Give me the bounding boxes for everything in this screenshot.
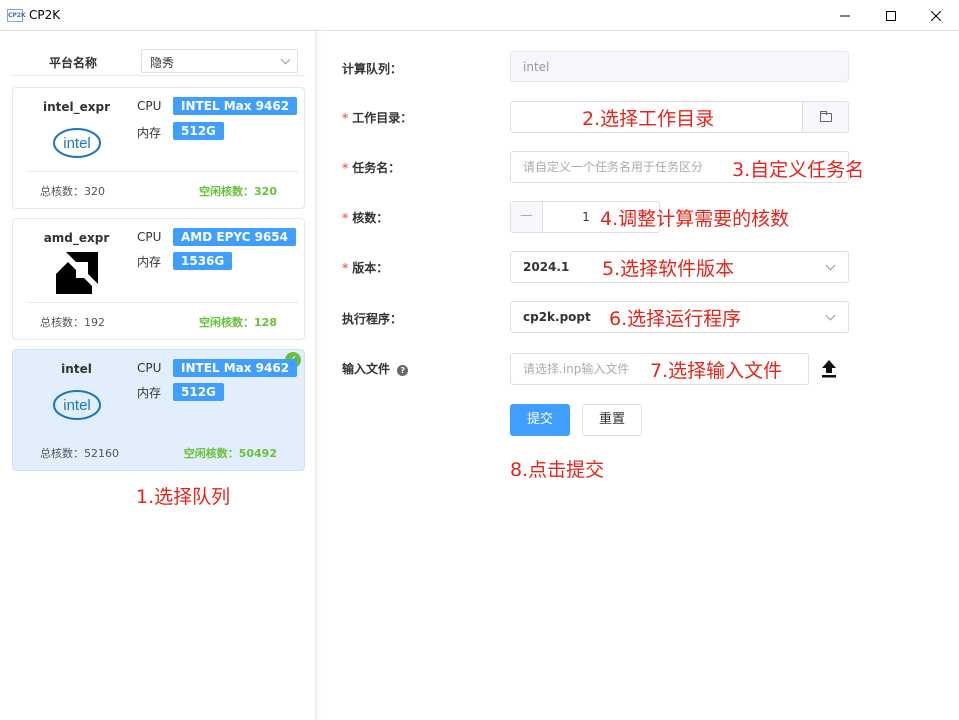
card-divider (27, 433, 298, 434)
cpu-label: CPU (137, 99, 162, 113)
minimize-icon (840, 15, 850, 16)
card-divider (27, 302, 298, 303)
workdir-label: * 工作目录： (342, 111, 413, 125)
upload-icon[interactable] (820, 359, 838, 379)
annotation-taskname: 3.自定义任务名 (732, 159, 865, 181)
mem-tag: 1536G (173, 252, 233, 270)
annotation-inputfile: 7.选择输入文件 (650, 360, 783, 382)
intel-logo-icon: intel (53, 128, 101, 158)
annotation-submit: 8.点击提交 (510, 459, 605, 481)
platform-label: 平台名称 (49, 56, 98, 70)
queue-panel: 平台名称 隐秀 intel_expr intel CPU INTEL Max 9… (0, 31, 316, 720)
platform-row: 平台名称 隐秀 (12, 46, 305, 76)
total-cores: 总核数：192 (40, 316, 105, 329)
queue-card-intel[interactable]: ✓ intel intel CPU INTEL Max 9462 内存 512G… (12, 349, 305, 471)
platform-select-value: 隐秀 (150, 56, 175, 70)
queue-card-amd-expr[interactable]: amd_expr CPU AMD EPYC 9654 内存 1536G 总核数：… (12, 218, 305, 340)
amd-logo-icon (56, 252, 98, 294)
mem-tag: 512G (173, 122, 224, 140)
inputfile-label: 输入文件 ? (342, 360, 409, 377)
annotation-cores: 4.调整计算需要的核数 (600, 208, 790, 230)
browse-folder-button[interactable] (802, 102, 848, 132)
inputfile-placeholder: 请选择.inp输入文件 (523, 362, 630, 376)
chevron-down-icon (825, 260, 836, 271)
help-icon[interactable]: ? (397, 365, 409, 376)
chevron-down-icon (825, 310, 836, 321)
taskname-placeholder: 请自定义一个任务名用于任务区分 (523, 160, 704, 174)
app-icon: CP2K (7, 9, 26, 22)
annotation-program: 6.选择运行程序 (609, 308, 742, 330)
title-bar: CP2K CP2K (0, 0, 959, 31)
queue-name: intel_expr (42, 100, 111, 114)
cpu-tag: AMD EPYC 9654 (173, 228, 297, 246)
annotation-version: 5.选择软件版本 (602, 258, 735, 280)
mem-label: 内存 (137, 255, 162, 269)
annotation-workdir: 2.选择工作目录 (582, 108, 715, 130)
free-cores: 空闲核数：320 (199, 185, 277, 198)
close-button[interactable] (913, 0, 959, 31)
queue-card-intel-expr[interactable]: intel_expr intel CPU INTEL Max 9462 内存 5… (12, 87, 305, 209)
maximize-button[interactable] (868, 0, 914, 31)
queue-field-value: intel (523, 60, 550, 74)
mem-label: 内存 (137, 386, 162, 400)
free-cores: 空闲核数：128 (199, 316, 277, 329)
total-cores: 总核数：52160 (40, 447, 119, 460)
intel-logo-text: intel (63, 397, 91, 414)
total-cores: 总核数：320 (40, 185, 105, 198)
intel-logo-text: intel (63, 135, 91, 152)
free-cores: 空闲核数：50492 (183, 447, 277, 460)
window-title: CP2K (29, 8, 61, 22)
cores-label: * 核数： (342, 211, 389, 225)
queue-name: intel (61, 362, 92, 376)
queue-field: intel (510, 51, 849, 82)
platform-select[interactable]: 隐秀 (141, 49, 298, 73)
mem-label: 内存 (137, 126, 162, 140)
cpu-tag: INTEL Max 9462 (173, 97, 298, 115)
maximize-icon (886, 10, 896, 21)
annotation-select-queue: 1.选择队列 (136, 486, 231, 508)
queue-name: amd_expr (43, 231, 110, 245)
close-icon (931, 10, 941, 21)
version-value: 2024.1 (523, 260, 570, 274)
version-label: * 版本： (342, 261, 389, 275)
program-label: 执行程序： (342, 312, 403, 326)
folder-icon (819, 110, 832, 122)
chevron-down-icon (280, 54, 291, 65)
decrement-button[interactable]: — (511, 202, 543, 232)
program-value: cp2k.popt (523, 310, 591, 324)
cpu-label: CPU (137, 230, 162, 244)
submit-button[interactable]: 提交 (510, 404, 570, 436)
reset-button[interactable]: 重置 (582, 404, 642, 436)
taskname-label: * 任务名： (342, 161, 401, 175)
mem-tag: 512G (173, 383, 224, 401)
minimize-button[interactable] (822, 0, 868, 31)
queue-label: 计算队列： (342, 62, 403, 76)
card-divider (27, 171, 298, 172)
intel-logo-icon: intel (53, 390, 101, 420)
cpu-tag: INTEL Max 9462 (173, 359, 298, 377)
cpu-label: CPU (137, 361, 162, 375)
